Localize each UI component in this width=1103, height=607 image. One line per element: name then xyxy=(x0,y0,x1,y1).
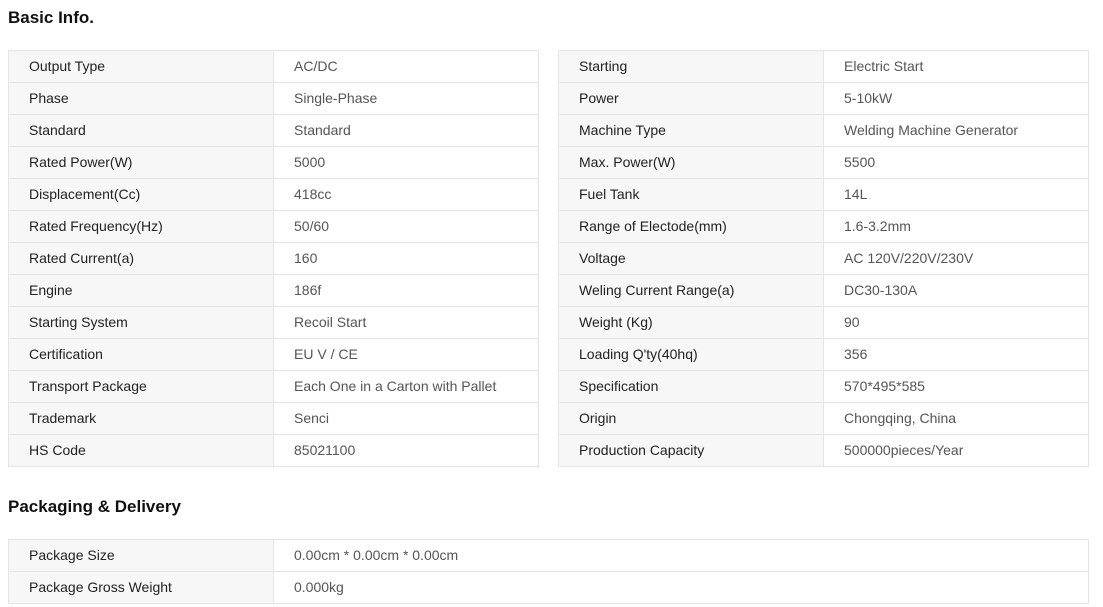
spec-label: Rated Current(a) xyxy=(8,242,274,275)
spec-row-right: Loading Q'ty(40hq) 356 xyxy=(558,338,1089,371)
spec-value: 0.000kg xyxy=(273,571,1089,604)
spec-row-right: Fuel Tank 14L xyxy=(558,178,1089,211)
spec-row-left: Displacement(Cc) 418cc xyxy=(8,178,539,211)
spec-row-right: Origin Chongqing, China xyxy=(558,402,1089,435)
spec-label: Trademark xyxy=(8,402,274,435)
spec-value: 14L xyxy=(823,178,1089,211)
spec-row-right: Power 5-10kW xyxy=(558,82,1089,115)
spec-label: Package Gross Weight xyxy=(8,571,274,604)
spec-row-right: Weight (Kg) 90 xyxy=(558,306,1089,339)
spec-value: Chongqing, China xyxy=(823,402,1089,435)
packaging-row: Package Gross Weight 0.000kg xyxy=(8,571,1089,604)
spec-row-left: Phase Single-Phase xyxy=(8,82,539,115)
spec-value: 5500 xyxy=(823,146,1089,179)
spec-row-left: Trademark Senci xyxy=(8,402,539,435)
spec-label: Max. Power(W) xyxy=(558,146,824,179)
spec-label: Rated Power(W) xyxy=(8,146,274,179)
spec-value: Each One in a Carton with Pallet xyxy=(273,370,539,403)
spec-value: 186f xyxy=(273,274,539,307)
spec-row-left: Standard Standard xyxy=(8,114,539,147)
packaging-delivery-title: Packaging & Delivery xyxy=(8,497,181,516)
basic-info-table-right: Starting Electric Start Power 5-10kW Machine… xyxy=(558,50,1089,467)
spec-value: 5-10kW xyxy=(823,82,1089,115)
basic-info-table-left: Output Type AC/DC Phase Single-Phase Standar… xyxy=(8,50,539,467)
spec-row-right: Weling Current Range(a) DC30-130A xyxy=(558,274,1089,307)
spec-label: Loading Q'ty(40hq) xyxy=(558,338,824,371)
spec-label: Range of Electode(mm) xyxy=(558,210,824,243)
spec-label: Phase xyxy=(8,82,274,115)
spec-label: Starting System xyxy=(8,306,274,339)
spec-value: 570*495*585 xyxy=(823,370,1089,403)
spec-value: 1.6-3.2mm xyxy=(823,210,1089,243)
spec-label: Machine Type xyxy=(558,114,824,147)
spec-value: 356 xyxy=(823,338,1089,371)
spec-label: Origin xyxy=(558,402,824,435)
spec-row-right: Range of Electode(mm) 1.6-3.2mm xyxy=(558,210,1089,243)
spec-row-left: Engine 186f xyxy=(8,274,539,307)
spec-row-left: Rated Current(a) 160 xyxy=(8,242,539,275)
spec-value: 90 xyxy=(823,306,1089,339)
spec-row-right: Starting Electric Start xyxy=(558,50,1089,83)
spec-value: 160 xyxy=(273,242,539,275)
spec-label: Power xyxy=(558,82,824,115)
spec-row-left: Output Type AC/DC xyxy=(8,50,539,83)
spec-label: Output Type xyxy=(8,50,274,83)
spec-label: Package Size xyxy=(8,539,274,572)
spec-row-left: Starting System Recoil Start xyxy=(8,306,539,339)
spec-value: 0.00cm * 0.00cm * 0.00cm xyxy=(273,539,1089,572)
spec-value: Welding Machine Generator xyxy=(823,114,1089,147)
spec-label: Standard xyxy=(8,114,274,147)
spec-label: Weight (Kg) xyxy=(558,306,824,339)
spec-row-right: Voltage AC 120V/220V/230V xyxy=(558,242,1089,275)
spec-label: Displacement(Cc) xyxy=(8,178,274,211)
spec-value: DC30-130A xyxy=(823,274,1089,307)
packaging-table: Package Size 0.00cm * 0.00cm * 0.00cm Pack… xyxy=(8,539,1089,604)
spec-row-left: Rated Power(W) 5000 xyxy=(8,146,539,179)
spec-value: Recoil Start xyxy=(273,306,539,339)
spec-row-left: Transport Package Each One in a Carton wi… xyxy=(8,370,539,403)
spec-label: Rated Frequency(Hz) xyxy=(8,210,274,243)
spec-label: Voltage xyxy=(558,242,824,275)
packaging-row: Package Size 0.00cm * 0.00cm * 0.00cm xyxy=(8,539,1089,572)
spec-value: EU V / CE xyxy=(273,338,539,371)
spec-value: 50/60 xyxy=(273,210,539,243)
spec-value: Standard xyxy=(273,114,539,147)
spec-row-right: Production Capacity 500000pieces/Year xyxy=(558,434,1089,467)
spec-row-right: Max. Power(W) 5500 xyxy=(558,146,1089,179)
spec-row-right: Specification 570*495*585 xyxy=(558,370,1089,403)
spec-row-left: Rated Frequency(Hz) 50/60 xyxy=(8,210,539,243)
spec-label: Production Capacity xyxy=(558,434,824,467)
spec-value: Electric Start xyxy=(823,50,1089,83)
spec-value: 5000 xyxy=(273,146,539,179)
spec-label: Certification xyxy=(8,338,274,371)
spec-value: 85021100 xyxy=(273,434,539,467)
spec-value: AC/DC xyxy=(273,50,539,83)
spec-value: Single-Phase xyxy=(273,82,539,115)
spec-value: Senci xyxy=(273,402,539,435)
spec-label: Transport Package xyxy=(8,370,274,403)
spec-value: 418cc xyxy=(273,178,539,211)
spec-label: Engine xyxy=(8,274,274,307)
spec-value: AC 120V/220V/230V xyxy=(823,242,1089,275)
spec-row-left: Certification EU V / CE xyxy=(8,338,539,371)
spec-row-right: Machine Type Welding Machine Generator xyxy=(558,114,1089,147)
spec-label: Weling Current Range(a) xyxy=(558,274,824,307)
spec-label: Specification xyxy=(558,370,824,403)
spec-label: HS Code xyxy=(8,434,274,467)
spec-row-left: HS Code 85021100 xyxy=(8,434,539,467)
spec-value: 500000pieces/Year xyxy=(823,434,1089,467)
basic-info-title: Basic Info. xyxy=(8,8,94,27)
spec-label: Fuel Tank xyxy=(558,178,824,211)
spec-label: Starting xyxy=(558,50,824,83)
